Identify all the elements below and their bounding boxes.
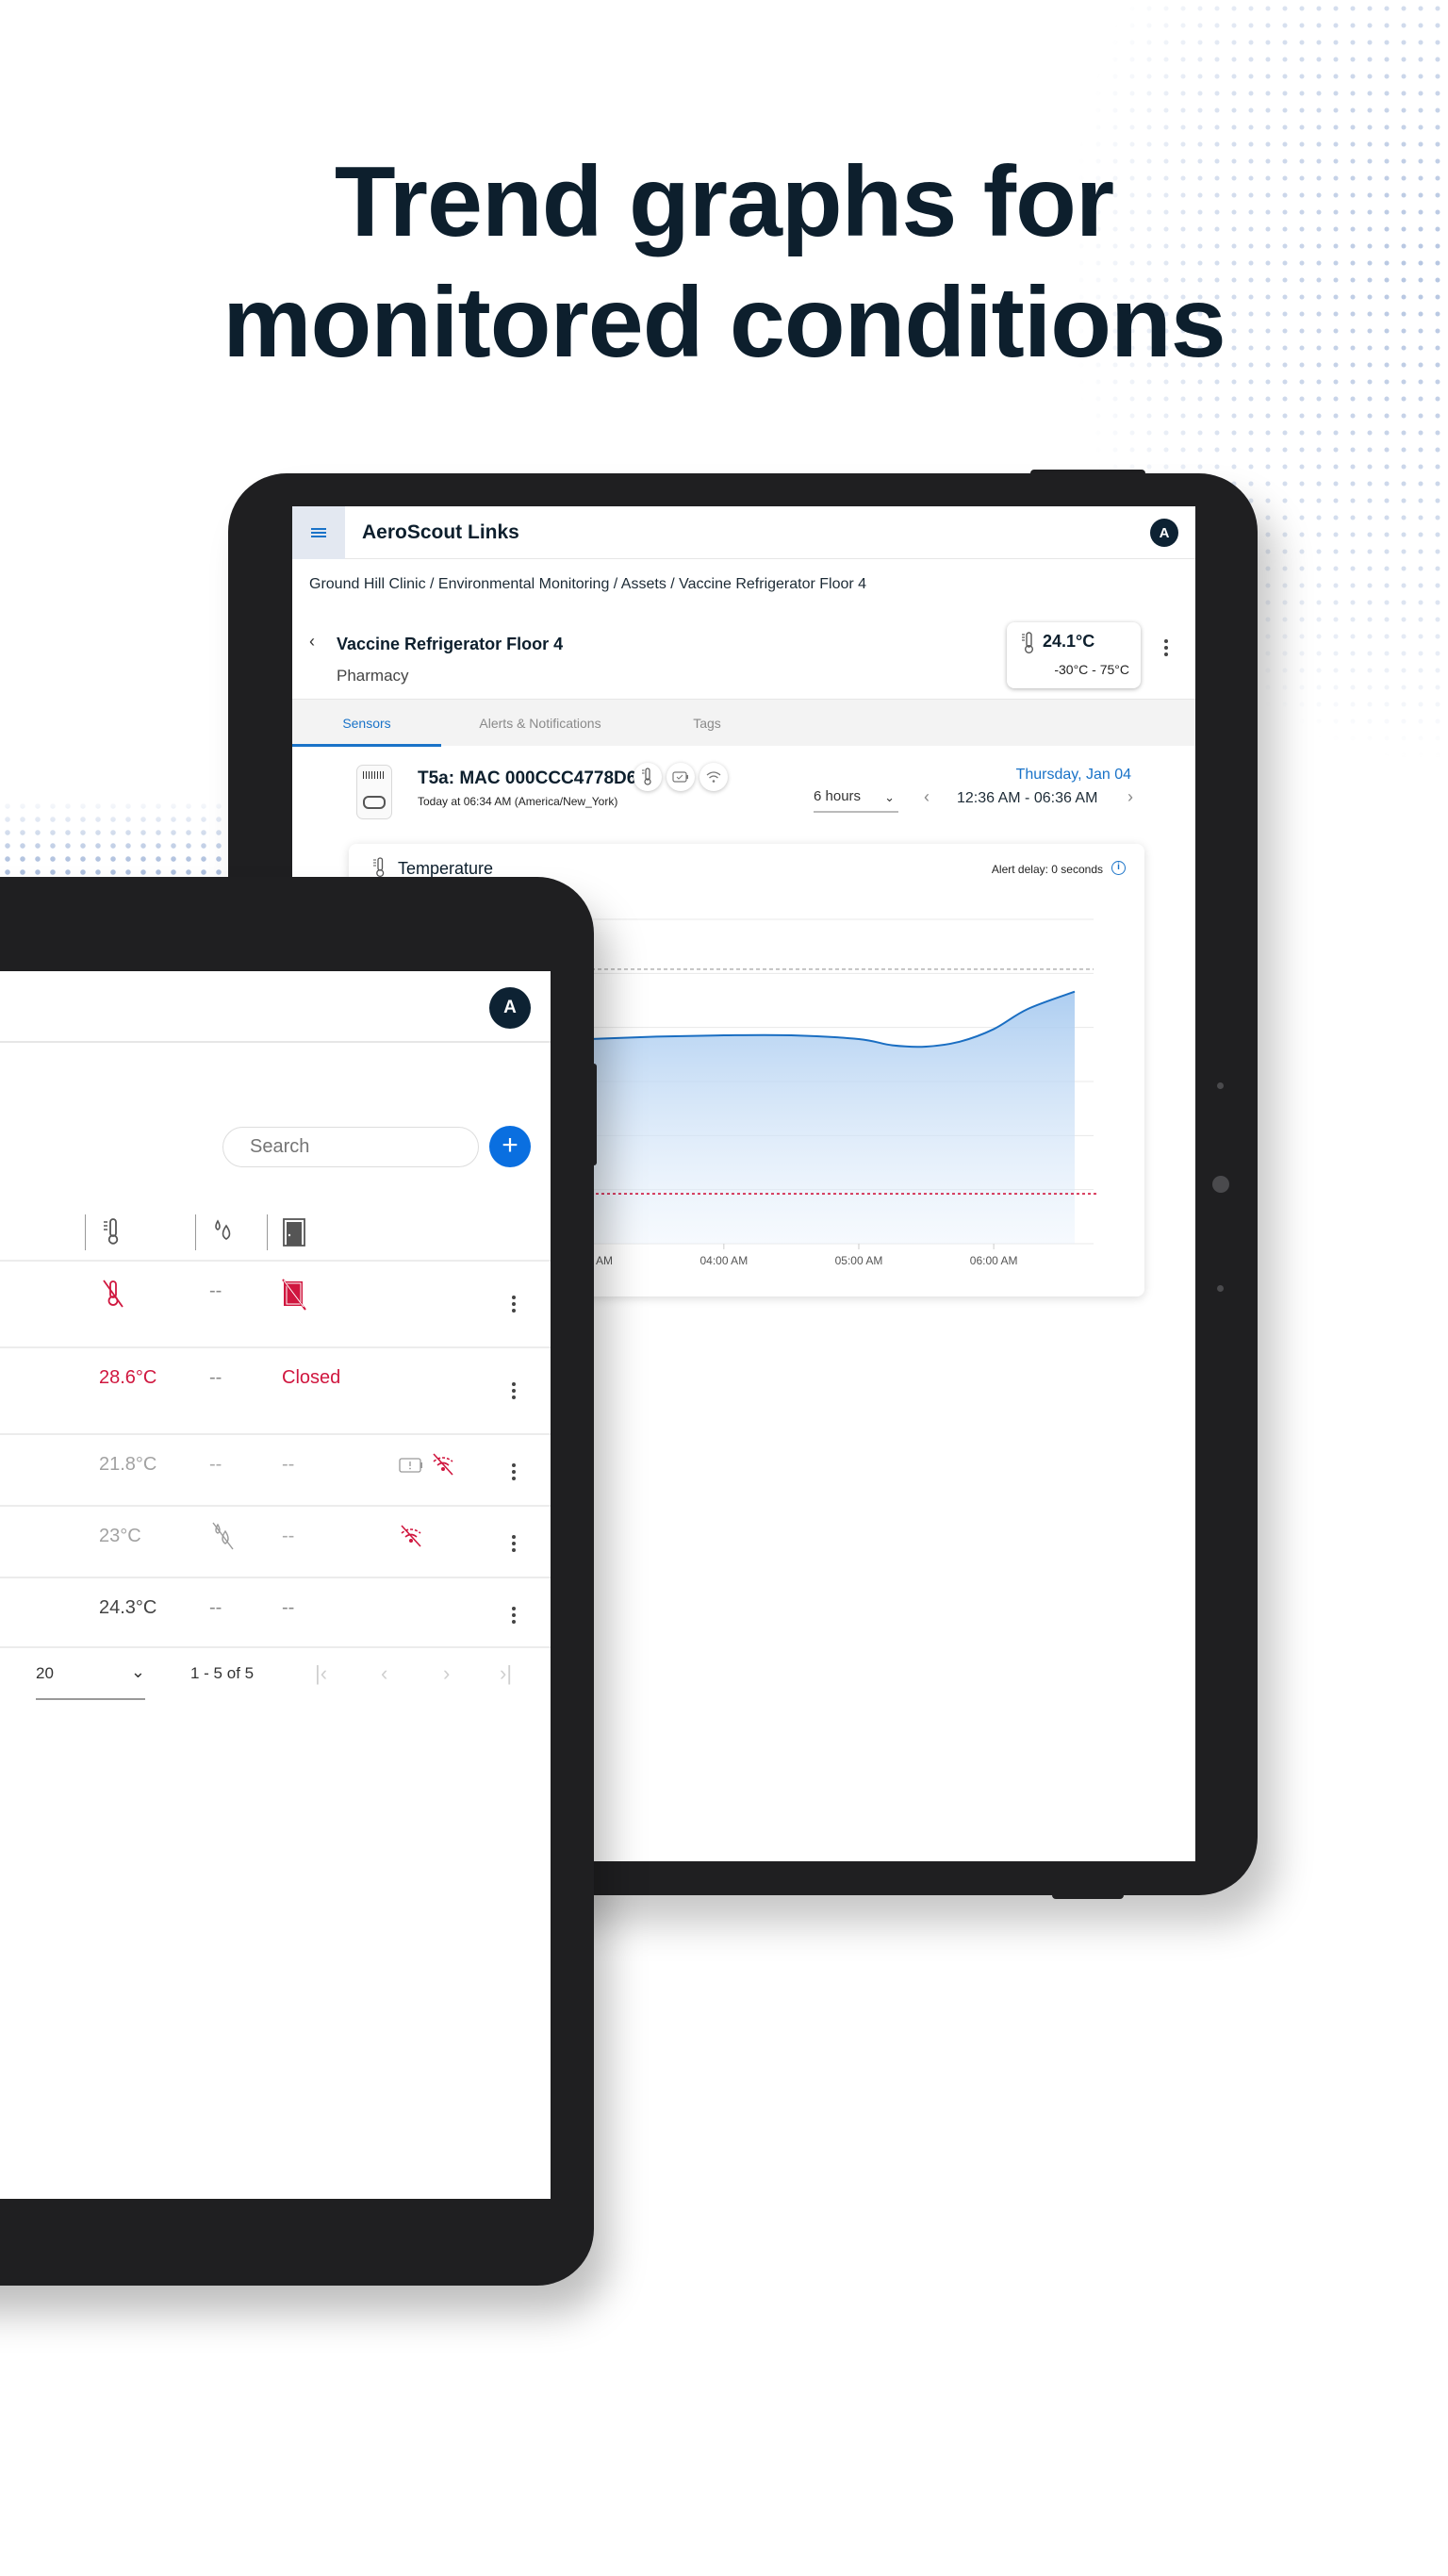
x-axis-tick-label: 05:00 AM xyxy=(835,1254,883,1267)
alert-delay-label: Alert delay: 0 seconds xyxy=(991,863,1103,876)
table-row[interactable]: 21.8°C -- -- xyxy=(0,1433,551,1505)
headline-line-1: Trend graphs for xyxy=(334,146,1114,257)
sensor-last-seen: Today at 06:34 AM (America/New_York) xyxy=(418,795,618,808)
door-value: -- xyxy=(282,1454,295,1475)
tablet-bottom-button xyxy=(1052,1891,1124,1899)
menu-button[interactable] xyxy=(292,506,345,559)
add-button[interactable]: + xyxy=(489,1126,531,1167)
selected-date[interactable]: Thursday, Jan 04 xyxy=(1016,767,1131,784)
column-divider xyxy=(267,1214,268,1250)
door-value: Closed xyxy=(282,1367,341,1388)
front-tablet-screen: A + -- 28.6°C -- xyxy=(0,971,551,2199)
door-off-icon xyxy=(282,1279,306,1311)
humidity-off-icon xyxy=(212,1522,234,1550)
battery-alert-icon xyxy=(399,1458,422,1473)
back-chevron-icon[interactable]: ‹ xyxy=(309,632,315,652)
column-divider xyxy=(85,1214,86,1250)
thermometer-icon[interactable] xyxy=(104,1218,121,1245)
user-avatar[interactable]: A xyxy=(1150,519,1178,547)
humidity-value: -- xyxy=(209,1367,222,1388)
tablet-sensor-dot xyxy=(1217,1285,1224,1292)
door-icon[interactable] xyxy=(283,1218,305,1247)
thermometer-icon xyxy=(373,857,385,878)
hamburger-icon xyxy=(311,526,326,539)
asset-more-options-icon[interactable] xyxy=(1160,636,1173,659)
thermometer-off-icon xyxy=(103,1280,123,1308)
last-page-button[interactable]: ›| xyxy=(500,1661,512,1686)
sensor-status-chip-battery xyxy=(666,763,695,791)
door-value: -- xyxy=(282,1526,295,1546)
wifi-icon xyxy=(706,771,721,783)
page-size-select[interactable]: 20 ⌄ xyxy=(36,1662,145,1700)
x-axis-tick-label: 04:00 AM xyxy=(699,1254,748,1267)
chart-title: Temperature xyxy=(398,859,494,878)
time-range-value: 6 hours xyxy=(814,788,862,804)
temperature-value: 24.3°C xyxy=(99,1597,157,1618)
humidity-value: -- xyxy=(209,1597,222,1618)
temperature-value: 23°C xyxy=(99,1526,141,1546)
time-window-label: 12:36 AM - 06:36 AM xyxy=(957,790,1098,806)
temperature-range: -30°C - 75°C xyxy=(1054,662,1129,677)
next-page-button[interactable]: › xyxy=(443,1661,450,1686)
tablet-camera xyxy=(1212,1176,1229,1193)
tab-alerts-notifications[interactable]: Alerts & Notifications xyxy=(451,700,630,747)
wifi-off-icon xyxy=(401,1525,421,1547)
table-row[interactable]: -- xyxy=(0,1260,551,1346)
row-more-options-icon[interactable] xyxy=(507,1458,520,1486)
app-title: AeroScout Links xyxy=(362,520,519,543)
asset-tabs: Sensors Alerts & Notifications Tags xyxy=(292,699,1195,747)
table-row[interactable]: 24.3°C -- -- xyxy=(0,1577,551,1648)
table-row[interactable]: 23°C -- xyxy=(0,1505,551,1577)
previous-window-button[interactable]: ‹ xyxy=(924,787,930,807)
row-more-options-icon[interactable] xyxy=(507,1601,520,1629)
info-icon[interactable]: i xyxy=(1111,861,1126,875)
dotted-background-decoration-left xyxy=(0,773,245,886)
humidity-icon[interactable] xyxy=(212,1218,235,1245)
search-input[interactable] xyxy=(222,1127,479,1167)
column-divider xyxy=(195,1214,196,1250)
thermometer-icon xyxy=(1022,632,1033,653)
sensor-device-image xyxy=(356,765,392,819)
x-axis-tick-label: 06:00 AM xyxy=(970,1254,1018,1267)
asset-title: Vaccine Refrigerator Floor 4 xyxy=(337,635,564,653)
humidity-value: -- xyxy=(209,1454,222,1475)
wifi-off-icon xyxy=(433,1453,453,1476)
pagination-range: 1 - 5 of 5 xyxy=(190,1664,255,1682)
current-temperature-card: 24.1°C -30°C - 75°C xyxy=(1007,622,1141,688)
user-avatar[interactable]: A xyxy=(489,987,531,1029)
humidity-value: -- xyxy=(209,1280,222,1301)
sensor-status-chip-temperature xyxy=(634,763,662,791)
sensor-status-chip-wifi xyxy=(699,763,728,791)
row-more-options-icon[interactable] xyxy=(507,1290,520,1318)
table-row[interactable]: 28.6°C -- Closed xyxy=(0,1346,551,1433)
row-more-options-icon[interactable] xyxy=(507,1377,520,1405)
app-bar: A xyxy=(0,971,551,1043)
current-temperature-value: 24.1°C xyxy=(1043,632,1095,651)
tablet-side-button xyxy=(590,1064,597,1165)
tab-sensors[interactable]: Sensors xyxy=(292,700,441,747)
chevron-down-icon: ⌄ xyxy=(884,790,895,804)
headline-line-2: monitored conditions xyxy=(222,267,1226,378)
marketing-headline: Trend graphs for monitored conditions xyxy=(0,141,1448,383)
temperature-value: 21.8°C xyxy=(99,1454,157,1475)
tablet-sensor-dot xyxy=(1217,1082,1224,1089)
previous-page-button[interactable]: ‹ xyxy=(381,1661,387,1686)
row-more-options-icon[interactable] xyxy=(507,1529,520,1558)
asset-subtitle: Pharmacy xyxy=(337,667,409,685)
app-bar: AeroScout Links A xyxy=(292,506,1195,559)
thermometer-icon xyxy=(642,768,651,785)
breadcrumb[interactable]: Ground Hill Clinic / Environmental Monit… xyxy=(309,576,866,593)
battery-icon xyxy=(672,771,688,783)
sensor-name: T5a: MAC 000CCC4778D6 xyxy=(418,768,637,788)
next-window-button[interactable]: › xyxy=(1127,787,1133,807)
tab-tags[interactable]: Tags xyxy=(650,700,764,747)
chevron-down-icon: ⌄ xyxy=(130,1662,145,1681)
door-value: -- xyxy=(282,1597,295,1618)
temperature-value: 28.6°C xyxy=(99,1367,157,1388)
page-size-value: 20 xyxy=(36,1664,54,1682)
time-range-select[interactable]: 6 hours ⌄ xyxy=(814,788,898,813)
first-page-button[interactable]: |‹ xyxy=(315,1661,327,1686)
